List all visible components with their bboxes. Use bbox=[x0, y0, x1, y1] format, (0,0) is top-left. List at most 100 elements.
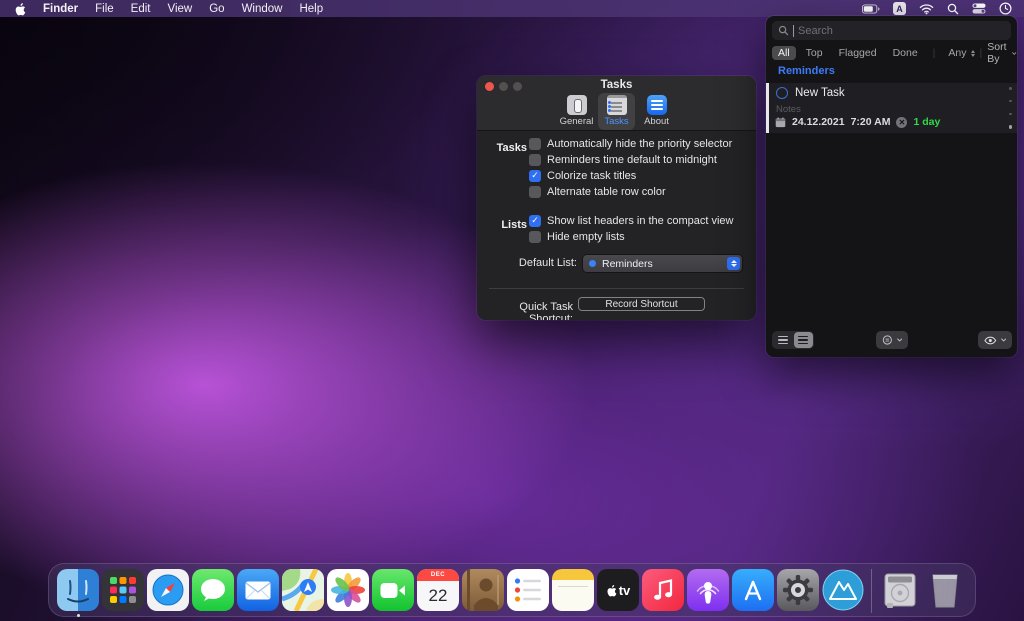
dock-notes[interactable] bbox=[552, 569, 594, 611]
menu-view[interactable]: View bbox=[168, 3, 193, 15]
option-time-midnight[interactable]: Reminders time default to midnight bbox=[529, 154, 717, 166]
section-lists-label: Lists bbox=[477, 219, 527, 231]
chevron-down-icon bbox=[897, 338, 902, 342]
dock-photos[interactable] bbox=[327, 569, 369, 611]
sort-by-label: Sort By bbox=[987, 41, 1009, 65]
priority-dot[interactable] bbox=[1009, 125, 1013, 129]
menu-app-name[interactable]: Finder bbox=[43, 3, 78, 15]
dock-contacts[interactable] bbox=[462, 569, 504, 611]
section-divider bbox=[489, 288, 744, 289]
eye-icon bbox=[984, 336, 997, 345]
trash-can-icon bbox=[929, 571, 961, 609]
tab-general-label: General bbox=[560, 116, 594, 127]
task-time[interactable]: 7:20 AM bbox=[851, 116, 891, 128]
sort-by-button[interactable]: Sort By bbox=[987, 41, 1016, 65]
menu-bar-status: A bbox=[862, 2, 1024, 16]
priority-dot[interactable] bbox=[1009, 87, 1012, 90]
search-field[interactable]: Search bbox=[772, 21, 1011, 40]
window-title: Tasks bbox=[477, 79, 756, 91]
select-stepper-icon bbox=[727, 257, 740, 270]
filter-flagged[interactable]: Flagged bbox=[833, 46, 883, 60]
task-row[interactable]: New Task Notes 24.12.2021 7:20 AM ✕ 1 da… bbox=[766, 83, 1017, 133]
option-show-headers[interactable]: Show list headers in the compact view bbox=[529, 215, 733, 227]
default-list-select[interactable]: Reminders bbox=[583, 255, 742, 272]
dock-safari[interactable] bbox=[147, 569, 189, 611]
quick-shortcut-label: Quick Task Shortcut: bbox=[477, 301, 573, 320]
any-selector[interactable]: Any bbox=[948, 47, 974, 59]
list-header-reminders[interactable]: Reminders bbox=[778, 65, 835, 77]
dock-tv[interactable]: tv bbox=[597, 569, 639, 611]
checkbox[interactable] bbox=[529, 231, 541, 243]
checkbox[interactable] bbox=[529, 170, 541, 182]
menu-window[interactable]: Window bbox=[242, 3, 283, 15]
spotlight-icon[interactable] bbox=[947, 2, 959, 16]
clear-date-icon[interactable]: ✕ bbox=[896, 117, 907, 128]
record-shortcut-button[interactable]: Record Shortcut bbox=[578, 297, 705, 311]
checkbox[interactable] bbox=[529, 154, 541, 166]
priority-dot[interactable] bbox=[1009, 113, 1012, 116]
dock-system-preferences[interactable] bbox=[777, 569, 819, 611]
dock-trash[interactable] bbox=[924, 569, 966, 611]
general-icon bbox=[567, 95, 587, 115]
filter-all[interactable]: All bbox=[772, 46, 796, 60]
dock-music[interactable] bbox=[642, 569, 684, 611]
control-center-icon[interactable] bbox=[972, 2, 986, 16]
dock-podcasts[interactable] bbox=[687, 569, 729, 611]
filter-top[interactable]: Top bbox=[800, 46, 829, 60]
gear-icon bbox=[782, 574, 814, 606]
view-options-button[interactable] bbox=[978, 331, 1012, 349]
menu-help[interactable]: Help bbox=[299, 3, 323, 15]
safari-compass-icon bbox=[151, 573, 185, 607]
dock-mail[interactable] bbox=[237, 569, 279, 611]
task-date[interactable]: 24.12.2021 bbox=[792, 116, 845, 128]
dock-hard-drive[interactable] bbox=[879, 569, 921, 611]
dock-reminders[interactable] bbox=[507, 569, 549, 611]
apple-menu-icon[interactable] bbox=[14, 2, 26, 16]
dock-maps[interactable] bbox=[282, 569, 324, 611]
clock-icon[interactable] bbox=[999, 2, 1012, 16]
app-store-a-icon bbox=[740, 578, 766, 602]
option-label: Reminders time default to midnight bbox=[547, 154, 717, 166]
option-colorize-titles[interactable]: Colorize task titles bbox=[529, 170, 636, 182]
filter-separator: | bbox=[933, 47, 936, 59]
menu-go[interactable]: Go bbox=[209, 3, 224, 15]
dock-finder[interactable] bbox=[57, 569, 99, 611]
search-placeholder: Search bbox=[798, 25, 833, 37]
option-label: Colorize task titles bbox=[547, 170, 636, 182]
battery-icon[interactable] bbox=[862, 2, 880, 16]
priority-selector[interactable] bbox=[1009, 87, 1013, 129]
dock-facetime[interactable] bbox=[372, 569, 414, 611]
menu-bar: Finder File Edit View Go Window Help A bbox=[0, 0, 1024, 17]
option-hide-empty[interactable]: Hide empty lists bbox=[529, 231, 625, 243]
circle-face-icon bbox=[882, 334, 893, 346]
compact-list-view-button[interactable] bbox=[773, 332, 793, 348]
tab-tasks[interactable]: Tasks bbox=[598, 93, 635, 130]
dock-calendar[interactable]: DEC 22 bbox=[417, 569, 459, 611]
filter-done[interactable]: Done bbox=[887, 46, 924, 60]
checkbox[interactable] bbox=[529, 215, 541, 227]
list-icon bbox=[778, 336, 788, 345]
dock-messages[interactable] bbox=[192, 569, 234, 611]
wifi-icon[interactable] bbox=[919, 2, 934, 16]
option-alternate-rows[interactable]: Alternate table row color bbox=[529, 186, 666, 198]
detailed-list-view-button[interactable] bbox=[794, 332, 814, 348]
dock-app-store[interactable] bbox=[732, 569, 774, 611]
group-options-button[interactable] bbox=[876, 331, 908, 349]
checkbox[interactable] bbox=[529, 138, 541, 150]
dock-launchpad[interactable] bbox=[102, 569, 144, 611]
input-source-icon[interactable]: A bbox=[893, 2, 906, 16]
task-notes-placeholder[interactable]: Notes bbox=[776, 104, 801, 115]
menu-edit[interactable]: Edit bbox=[131, 3, 151, 15]
tab-general[interactable]: General bbox=[558, 93, 595, 130]
window-titlebar[interactable]: Tasks General Tasks About bbox=[477, 76, 756, 131]
task-complete-circle[interactable] bbox=[776, 87, 788, 99]
task-title[interactable]: New Task bbox=[795, 87, 845, 99]
checkbox[interactable] bbox=[529, 186, 541, 198]
option-label: Automatically hide the priority selector bbox=[547, 138, 732, 150]
priority-dot[interactable] bbox=[1009, 100, 1012, 103]
option-hide-priority[interactable]: Automatically hide the priority selector bbox=[529, 138, 732, 150]
tab-about[interactable]: About bbox=[638, 93, 675, 130]
menu-file[interactable]: File bbox=[95, 3, 114, 15]
dock-tasks-app[interactable] bbox=[822, 569, 864, 611]
text-cursor bbox=[793, 25, 794, 37]
